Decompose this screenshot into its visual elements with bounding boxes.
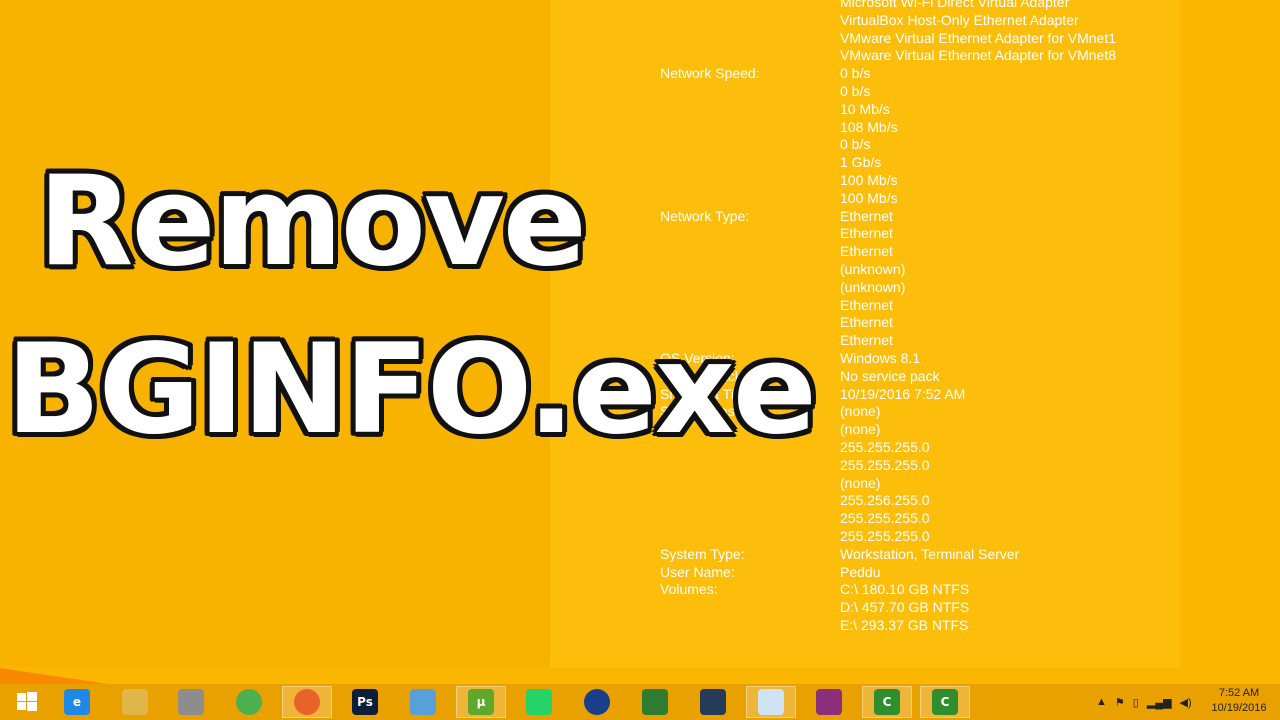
bginfo-label: Network Speed: [660,65,760,82]
taskbar-utorrent[interactable]: µ [456,686,506,718]
taskbar-glyph: e [72,695,82,709]
bginfo-value: E:\ 293.37 GB NTFS [840,616,969,633]
bginfo-value: 255.255.255.0 [840,438,930,455]
bginfo-value: Workstation, Terminal Server [840,545,1020,562]
taskbar-whatsapp[interactable] [514,686,564,718]
bginfo-label: User Name: [660,563,735,580]
clock[interactable]: 7:52 AM 10/19/2016 [1208,686,1270,716]
bginfo-value: C:\ 180.10 GB NTFS [840,581,970,598]
bginfo-value: VMware Virtual Ethernet Adapter for VMne… [840,47,1116,64]
bginfo-value: (unknown) [840,278,906,295]
bginfo-value: Ethernet [840,225,893,242]
bginfo-value: D:\ 457.70 GB NTFS [840,599,970,616]
bginfo-value: 0 b/s [840,65,871,82]
window-icon [410,689,436,715]
taskbar-glyph: C [882,695,892,709]
bginfo-value: 1 Gb/s [840,154,882,171]
wallpaper-bottom-strip [0,668,1280,684]
chrome-icon [236,689,262,715]
bginfo-value: VMware Virtual Ethernet Adapter for VMne… [840,29,1116,46]
bginfo-value: 10/19/2016 7:52 AM [840,385,966,402]
desktop-background: Microsoft Wi-Fi Direct Virtual Adapter Vi… [0,0,1280,684]
camtasia-icon: C [874,689,900,715]
clock-date: 10/19/2016 [1211,702,1267,714]
title-line-2: BGINFO.exe [6,318,817,462]
taskbar-firefox[interactable] [282,686,332,718]
flag-icon[interactable]: ⚑ [1115,696,1125,709]
utorrent-icon: µ [468,689,494,715]
bginfo-label: Network Type: [660,207,750,224]
camtasia-icon: C [932,689,958,715]
taskbar-file-explorer[interactable] [110,686,160,718]
whatsapp-icon [526,689,552,715]
bginfo-value: 0 b/s [840,136,871,153]
monitor-icon [758,689,784,715]
bginfo-value: Ethernet [840,243,893,260]
winrar-icon [816,689,842,715]
bginfo-value: 0 b/s [840,82,871,99]
ie-icon: e [64,689,90,715]
bginfo-value: Ethernet [840,332,893,349]
bginfo-value: 255.255.255.0 [840,510,930,527]
bginfo-value: 255.255.255.0 [840,456,930,473]
title-line-1: Remove [38,150,587,294]
network-icon[interactable]: ▂▄▆ [1147,696,1172,709]
taskbar-photoshop[interactable]: Ps [340,686,390,718]
taskbar-start-button[interactable] [2,686,52,718]
bginfo-value: 255.255.255.0 [840,527,930,544]
taskbar-glyph: µ [476,695,486,709]
taskbar-glyph: Ps [357,695,373,709]
bginfo-value: No service pack [840,367,940,384]
bginfo-label: System Type: [660,545,745,562]
battery-icon[interactable]: ▯ [1133,696,1139,709]
folder-icon [122,689,148,715]
taskbar: e Ps µ C C [0,684,1280,720]
show-hidden-icons-chevron-icon[interactable]: ▲ [1096,696,1107,708]
bginfo-value: VirtualBox Host-Only Ethernet Adapter [840,11,1079,28]
taskbar-camtasia-2[interactable]: C [920,686,970,718]
taskbar-window-app[interactable] [398,686,448,718]
taskbar-app-wall[interactable] [166,686,216,718]
download-manager-icon [642,689,668,715]
firefox-icon [294,689,320,715]
bginfo-value: 100 Mb/s [840,171,898,188]
gear-icon [700,689,726,715]
wallpaper-corner [0,668,108,684]
windows-logo [14,689,40,715]
bginfo-value: Microsoft Wi-Fi Direct Virtual Adapter [840,0,1070,10]
bginfo-value: Windows 8.1 [840,349,921,366]
taskbar-internet-explorer[interactable]: e [52,686,102,718]
taskbar-glyph: C [940,695,950,709]
bginfo-value: 108 Mb/s [840,118,898,135]
system-tray: ▲ ⚑ ▯ ▂▄▆ ◀) [1096,684,1192,720]
clock-time: 7:52 AM [1218,687,1260,699]
taskbar-camtasia-1[interactable]: C [862,686,912,718]
bginfo-value: (none) [840,421,881,438]
bginfo-value: (none) [840,474,881,491]
bginfo-value: (unknown) [840,260,906,277]
bginfo-label: Volumes: [660,581,718,598]
taskbar-globe-app[interactable] [572,686,622,718]
volume-icon[interactable]: ◀) [1180,696,1192,709]
globe-icon [584,689,610,715]
photoshop-icon: Ps [352,689,378,715]
bginfo-value: Ethernet [840,296,893,313]
bginfo-value: 100 Mb/s [840,189,898,206]
bginfo-value: Ethernet [840,207,893,224]
wall-icon [178,689,204,715]
taskbar-winrar[interactable] [804,686,854,718]
taskbar-bginfo[interactable] [746,686,796,718]
taskbar-idm[interactable] [630,686,680,718]
bginfo-value: 255.256.255.0 [840,492,930,509]
bginfo-value: Ethernet [840,314,893,331]
taskbar-chrome[interactable] [224,686,274,718]
bginfo-value: (none) [840,403,881,420]
bginfo-value: Peddu [840,563,881,580]
bginfo-value: 10 Mb/s [840,100,890,117]
taskbar-ccleaner-gear[interactable] [688,686,738,718]
